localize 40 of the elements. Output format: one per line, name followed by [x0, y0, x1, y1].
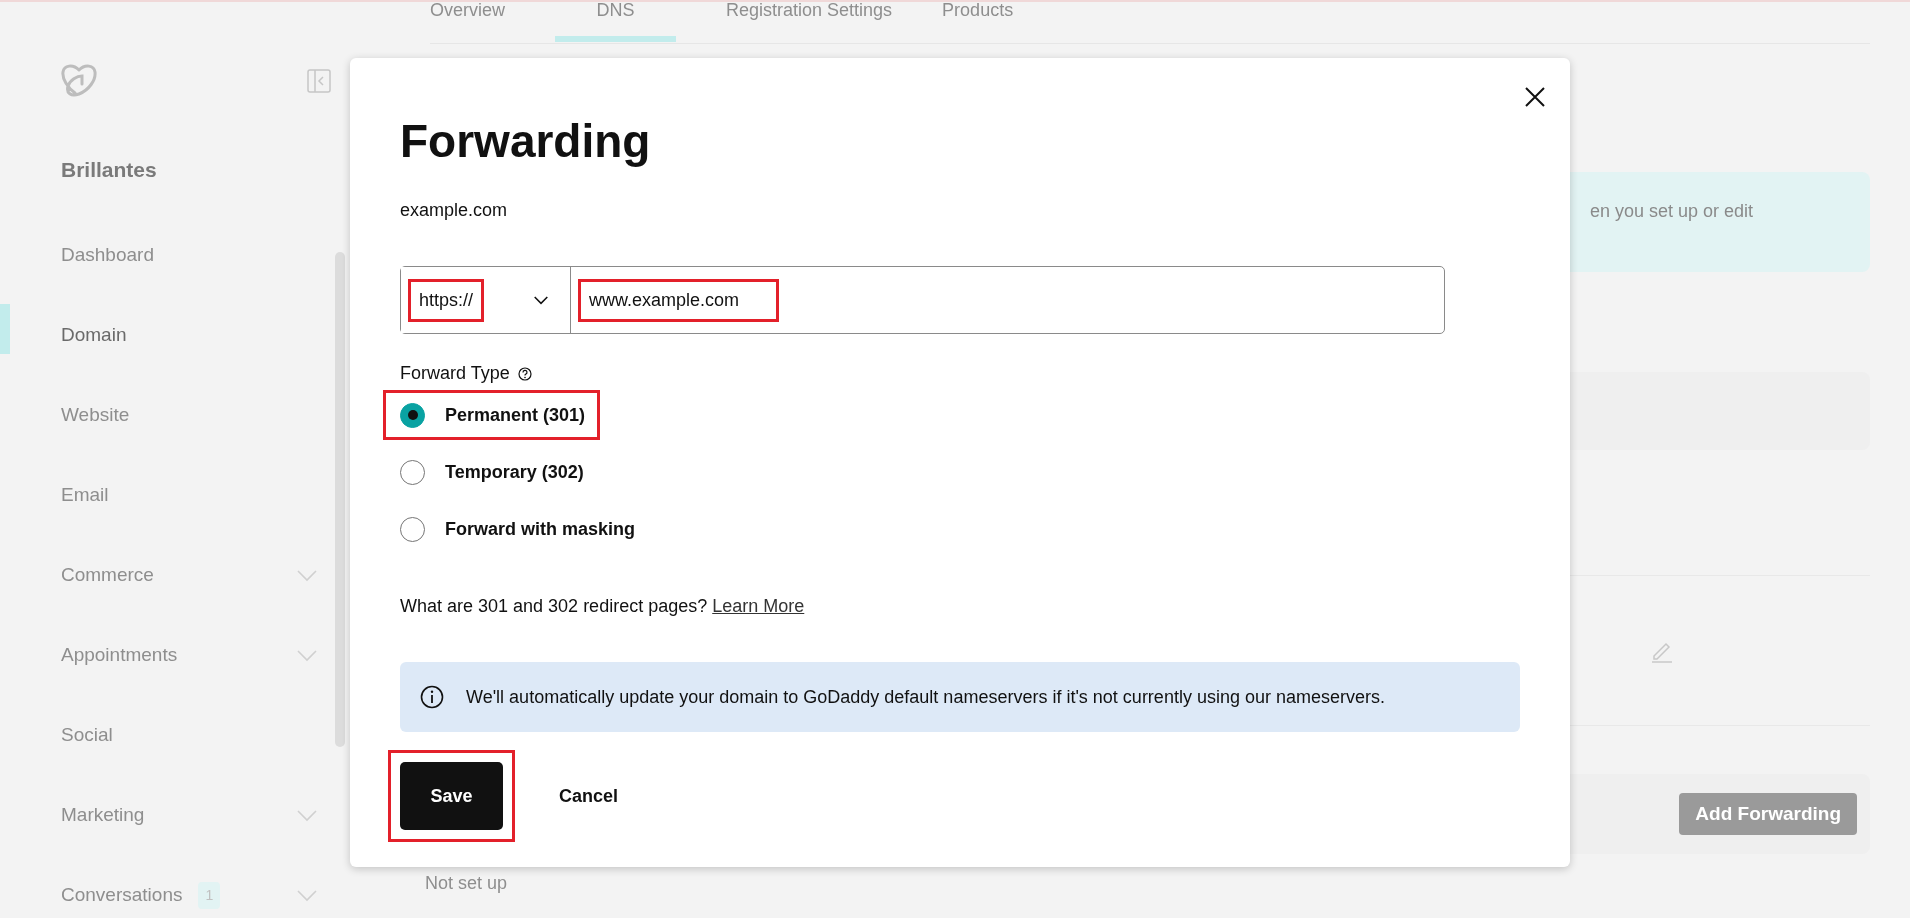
- status-text: Not set up: [425, 872, 508, 895]
- help-text: What are 301 and 302 redirect pages? Learn More: [400, 595, 806, 619]
- sidebar-item[interactable]: Social: [61, 695, 331, 776]
- dialog-title: Forwarding: [400, 114, 652, 169]
- sidebar-item[interactable]: Email: [61, 455, 331, 536]
- sidebar-item[interactable]: Website: [61, 375, 331, 456]
- sidebar-item[interactable]: Marketing: [61, 775, 331, 856]
- radio-option[interactable]: Temporary (302): [386, 450, 596, 495]
- radio-option[interactable]: Forward with masking: [386, 507, 648, 552]
- sidebar-item[interactable]: Commerce: [61, 535, 331, 616]
- logo-icon: [61, 64, 97, 98]
- info-icon: [420, 685, 444, 710]
- chevron-down-icon: [297, 889, 317, 902]
- tab[interactable]: Overview: [430, 2, 505, 42]
- chevron-down-icon: [297, 809, 317, 822]
- help-icon[interactable]: [517, 366, 532, 381]
- cancel-button[interactable]: Cancel: [553, 781, 625, 811]
- save-button[interactable]: Save: [400, 762, 503, 831]
- tab[interactable]: Registration Settings: [726, 2, 893, 42]
- sidebar-item[interactable]: Domain: [61, 295, 331, 376]
- protocol-select[interactable]: https://: [401, 267, 571, 334]
- tab[interactable]: DNS: [555, 2, 676, 42]
- scrollbar-thumb[interactable]: [335, 252, 345, 747]
- radio-button[interactable]: [400, 402, 425, 428]
- chevron-down-icon: [297, 649, 317, 662]
- tab[interactable]: Products: [942, 2, 1014, 42]
- sidebar-item[interactable]: Dashboard: [61, 215, 331, 296]
- active-indicator: [0, 304, 10, 354]
- learn-more-link[interactable]: Learn More: [712, 596, 805, 617]
- domain-name: example.com: [400, 199, 509, 223]
- info-text: We'll automatically update your domain to GoDaddy default nameservers if it's not currently using our nameservers.: [466, 685, 1385, 709]
- field-label: Forward Type: [400, 362, 510, 386]
- radio-option[interactable]: Permanent (301): [386, 393, 598, 438]
- add-forwarding-button[interactable]: Add Forwarding: [1679, 792, 1857, 836]
- chevron-down-icon: [297, 569, 317, 582]
- brand-name: Brillantes: [61, 157, 158, 183]
- sidebar-item[interactable]: Appointments: [61, 615, 331, 696]
- notice-text: en you set up or edit: [1590, 201, 1754, 221]
- chevron-down-icon: [534, 295, 548, 305]
- url-input[interactable]: www.example.com: [581, 281, 776, 319]
